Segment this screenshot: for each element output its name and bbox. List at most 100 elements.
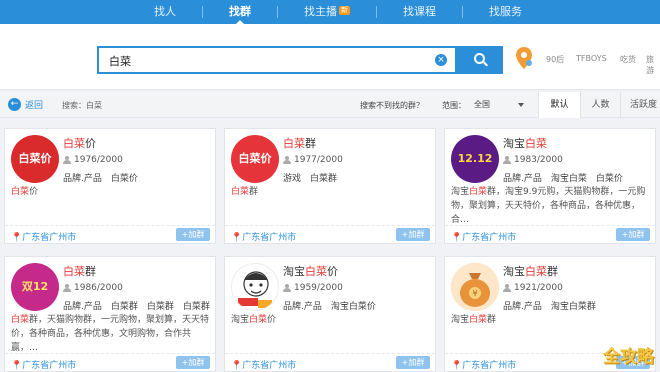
location-icon: 📍 — [451, 361, 463, 371]
location-label: 📍广东省广州市 — [11, 358, 76, 371]
title-prefix: 淘宝 — [503, 265, 525, 278]
group-title[interactable]: 白菜价 — [63, 135, 96, 151]
group-avatar: 白菜价 — [231, 135, 279, 183]
location-icon: 📍 — [11, 361, 23, 371]
desc-highlight: 白菜 — [469, 315, 488, 325]
group-title[interactable]: 白菜群 — [63, 263, 96, 279]
svg-text:¥: ¥ — [472, 289, 477, 298]
tag: 淘宝白菜价 — [330, 302, 376, 312]
range-value: 全国 — [474, 100, 490, 109]
group-card[interactable]: 白菜价 白菜群 1977/2000 游戏 白菜群 白菜群 📍广东省广州市 +加群 — [224, 128, 436, 244]
group-card[interactable]: 双12 白菜群 1986/2000 品牌.产品 白菜群 白菜群 白菜群 白菜群，天猫购… — [4, 256, 216, 372]
desc-rest: 群 — [487, 315, 497, 325]
hot-keyword[interactable]: 90后 — [546, 54, 564, 65]
sort-default[interactable]: 默认 — [538, 92, 580, 118]
search-button[interactable] — [457, 46, 503, 74]
tab-find-courses[interactable]: 找课程 — [377, 0, 462, 24]
join-button[interactable]: +加群 — [176, 356, 210, 369]
title-prefix: 淘宝 — [503, 137, 525, 150]
member-count: 1921/2000 — [503, 283, 563, 293]
group-tags: 品牌.产品 淘宝白菜价 — [283, 299, 385, 312]
member-count: 1959/2000 — [283, 283, 343, 293]
member-count: 1986/2000 — [63, 283, 123, 293]
group-tags: 品牌.产品 白菜价 — [63, 171, 147, 184]
location-text: 广东省广州市 — [242, 361, 297, 371]
desc-rest: 价 — [267, 315, 277, 325]
tab-find-services[interactable]: 找服务 — [463, 0, 548, 24]
group-title[interactable]: 淘宝白菜价 — [283, 263, 338, 279]
group-title[interactable]: 白菜群 — [283, 135, 316, 151]
location-icon: 📍 — [11, 233, 23, 243]
title-prefix: 淘宝 — [283, 265, 305, 278]
card-footer: 📍广东省广州市 +加群 — [225, 225, 435, 243]
member-count-text: 1986/2000 — [74, 283, 123, 293]
sort-members[interactable]: 人数 — [580, 92, 620, 118]
people-icon — [63, 156, 71, 164]
desc-highlight: 白菜 — [11, 315, 30, 325]
location-label: 📍广东省广州市 — [11, 230, 76, 243]
tag: 品牌.产品 — [63, 302, 102, 312]
card-footer: 📍广东省广州市 +加群 — [445, 225, 655, 243]
search-input[interactable]: 白菜 × — [97, 46, 457, 74]
location-label: 📍广东省广州市 — [451, 230, 516, 243]
top-nav: 找人 找群 找主播新 找课程 找服务 — [0, 0, 660, 25]
group-description: 淘宝白菜群，淘宝9.9元购，天猫购物群，一元购物，聚划算，天天特价，各种商品，各… — [451, 185, 651, 229]
back-button[interactable]: ← 返回 — [8, 98, 43, 111]
people-icon — [283, 284, 291, 292]
member-count-text: 1959/2000 — [294, 283, 343, 293]
group-description: 淘宝白菜价 — [231, 313, 431, 357]
avatar-text: 白菜价 — [18, 152, 52, 165]
hot-keyword[interactable]: TFBOYS — [576, 54, 607, 63]
tag: 淘宝白菜群 — [550, 302, 596, 312]
search-section: 白菜 × 90后 TFBOYS 吃货 旅游 — [0, 24, 660, 90]
desc-highlight: 白菜 — [11, 187, 30, 197]
group-description: 白菜群，天猫购物群，一元购物，聚划算，天天特价，各种商品，各种优惠，文明购物，合… — [11, 313, 211, 357]
title-highlight: 白菜 — [63, 265, 85, 278]
location-pin-icon[interactable] — [515, 46, 533, 70]
member-count-text: 1983/2000 — [514, 155, 563, 165]
title-rest: 群 — [547, 265, 558, 278]
group-card[interactable]: 白菜价 白菜价 1976/2000 品牌.产品 白菜价 白菜价 📍广东省广州市 +… — [4, 128, 216, 244]
group-card[interactable]: 淘宝白菜价 1959/2000 品牌.产品 淘宝白菜价 淘宝白菜价 📍广东省广州市… — [224, 256, 436, 372]
sort-activity[interactable]: 活跃度 — [620, 92, 660, 118]
join-button[interactable]: +加群 — [396, 356, 430, 369]
card-footer: 📍广东省广州市 +加群 — [5, 225, 215, 243]
tab-find-groups[interactable]: 找群 — [203, 0, 277, 25]
tag: 品牌.产品 — [503, 174, 542, 184]
location-icon: 📍 — [231, 361, 243, 371]
desc-highlight: 白菜 — [231, 187, 250, 197]
desc-rest: 群，天猫购物群，一元购物，聚划算，天天特价，各种商品，各种优惠，文明购物，合作共… — [11, 315, 210, 353]
tab-find-streamers[interactable]: 找主播新 — [278, 0, 376, 24]
card-footer: 📍广东省广州市 +加群 — [225, 353, 435, 371]
title-highlight: 白菜 — [63, 137, 85, 150]
location-label: 📍广东省广州市 — [451, 358, 516, 371]
join-button[interactable]: +加群 — [396, 228, 430, 241]
title-rest: 群 — [305, 137, 316, 150]
hot-keyword[interactable]: 旅游 — [646, 54, 660, 76]
desc-prefix: 淘宝 — [451, 315, 470, 325]
location-label: 📍广东省广州市 — [231, 230, 296, 243]
join-button[interactable]: +加群 — [616, 228, 650, 241]
location-label: 📍广东省广州市 — [231, 358, 296, 371]
people-icon — [283, 156, 291, 164]
back-arrow-icon: ← — [8, 98, 21, 111]
desc-highlight: 白菜 — [249, 315, 268, 325]
group-title[interactable]: 淘宝白菜 — [503, 135, 547, 151]
tag: 淘宝白菜 — [550, 174, 587, 184]
title-rest: 价 — [327, 265, 338, 278]
group-avatar: 12.12 — [451, 135, 499, 183]
group-title[interactable]: 淘宝白菜群 — [503, 263, 558, 279]
group-tags: 品牌.产品 淘宝白菜 白菜价 — [503, 171, 632, 184]
back-label: 返回 — [25, 101, 44, 111]
hot-keyword[interactable]: 吃货 — [620, 54, 636, 65]
group-card[interactable]: 12.12 淘宝白菜 1983/2000 品牌.产品 淘宝白菜 白菜价 淘宝白菜群，… — [444, 128, 656, 244]
group-avatar — [231, 263, 279, 311]
tab-find-people[interactable]: 找人 — [128, 0, 202, 24]
range-label: 范围： — [442, 101, 466, 110]
join-button[interactable]: +加群 — [176, 228, 210, 241]
not-found-link[interactable]: 搜索不到找的群？ — [360, 100, 424, 111]
title-highlight: 白菜 — [525, 265, 547, 278]
clear-icon[interactable]: × — [435, 54, 447, 66]
range-select[interactable]: 全国 — [474, 98, 526, 112]
title-rest: 群 — [85, 265, 96, 278]
